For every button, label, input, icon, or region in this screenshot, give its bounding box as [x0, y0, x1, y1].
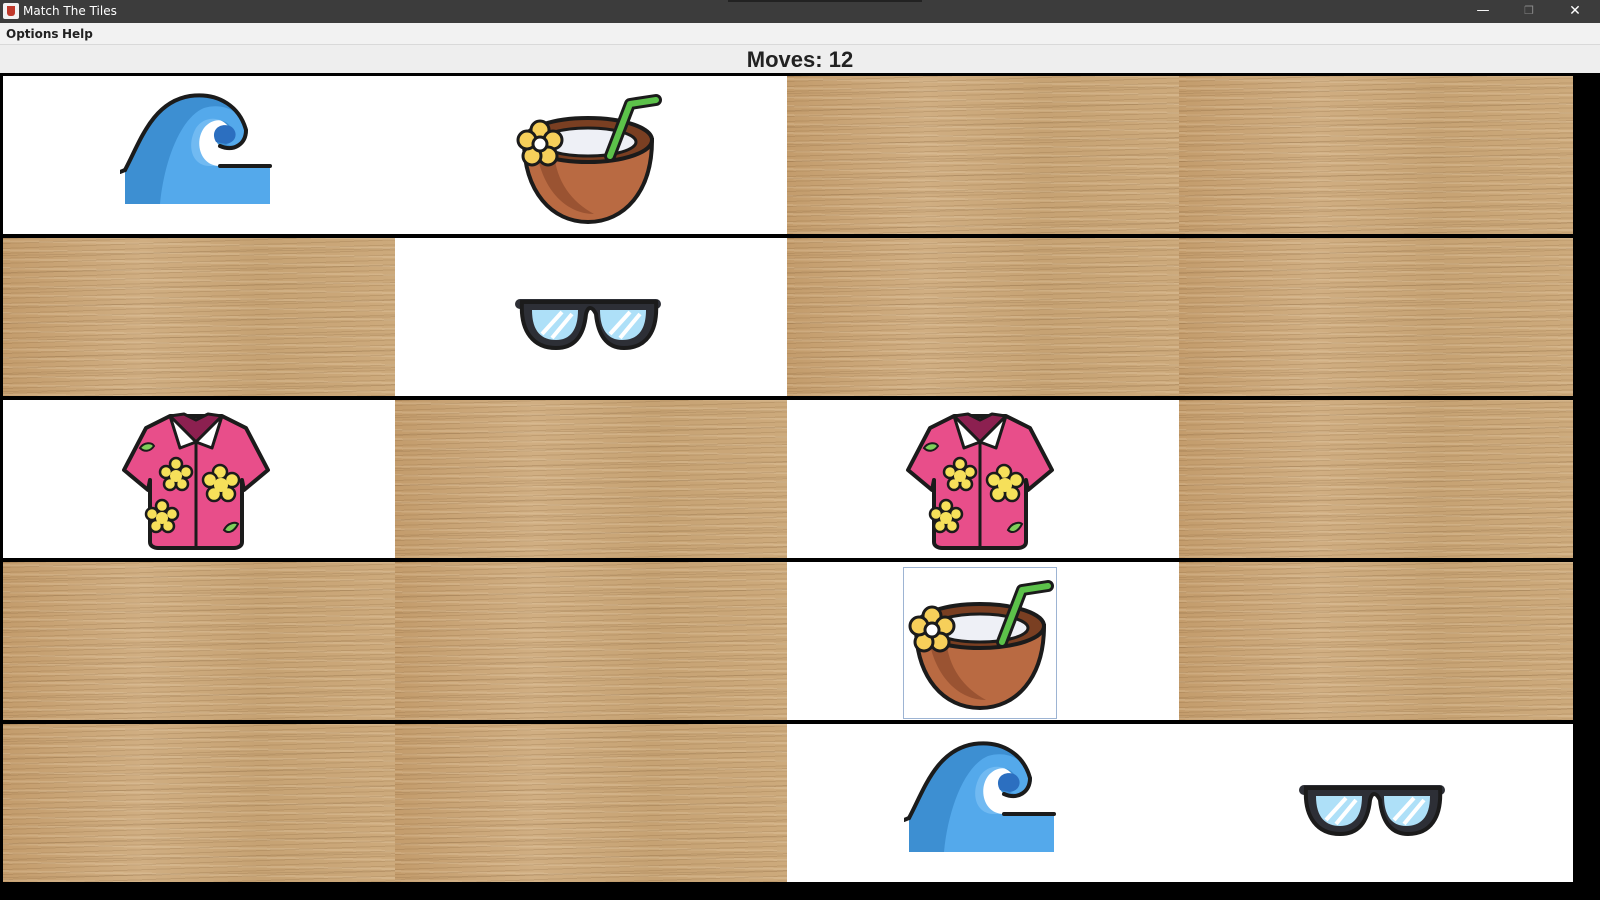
- hawaiian-shirt-icon: [904, 406, 1056, 556]
- window-title: Match The Tiles: [23, 4, 117, 18]
- wave-icon: [120, 82, 272, 232]
- minimize-button[interactable]: —: [1460, 0, 1506, 23]
- tile-r2-c2[interactable]: [787, 400, 1181, 558]
- tile-r3-c0[interactable]: [3, 562, 397, 720]
- tile-r4-c3[interactable]: [1179, 724, 1573, 882]
- java-app-icon: [3, 3, 19, 19]
- menu-options[interactable]: Options: [6, 27, 59, 41]
- tile-r1-c1[interactable]: [395, 238, 789, 396]
- tile-r0-c3[interactable]: [1179, 76, 1573, 234]
- maximize-button[interactable]: ❐: [1506, 0, 1552, 23]
- tile-grid: [0, 73, 1600, 900]
- coconut-drink-icon: [512, 82, 664, 232]
- tile-r1-c0[interactable]: [3, 238, 397, 396]
- sunglasses-icon: [512, 244, 664, 394]
- tile-r3-c1[interactable]: [395, 562, 789, 720]
- title-bar: Match The Tiles — ❐ ✕: [0, 0, 1600, 23]
- tile-r4-c0[interactable]: [3, 724, 397, 882]
- wave-icon: [904, 730, 1056, 880]
- tile-r1-c2[interactable]: [787, 238, 1181, 396]
- tile-r1-c3[interactable]: [1179, 238, 1573, 396]
- tile-r0-c0[interactable]: [3, 76, 397, 234]
- tile-r0-c1[interactable]: [395, 76, 789, 234]
- tile-r2-c3[interactable]: [1179, 400, 1573, 558]
- sunglasses-icon: [1296, 730, 1448, 880]
- tile-r2-c1[interactable]: [395, 400, 789, 558]
- menu-help[interactable]: Help: [62, 27, 93, 41]
- title-focus-strip: [728, 0, 922, 2]
- close-button[interactable]: ✕: [1552, 0, 1598, 23]
- tile-r4-c2[interactable]: [787, 724, 1181, 882]
- tile-r4-c1[interactable]: [395, 724, 789, 882]
- tile-r3-c2[interactable]: [787, 562, 1181, 720]
- tile-r3-c3[interactable]: [1179, 562, 1573, 720]
- menu-bar: Options Help: [0, 23, 1600, 45]
- coconut-drink-icon: [903, 567, 1057, 719]
- moves-counter: Moves: 12: [746, 47, 854, 72]
- tile-r0-c2[interactable]: [787, 76, 1181, 234]
- hawaiian-shirt-icon: [120, 406, 272, 556]
- tile-r2-c0[interactable]: [3, 400, 397, 558]
- status-bar: Moves: 12: [0, 45, 1600, 73]
